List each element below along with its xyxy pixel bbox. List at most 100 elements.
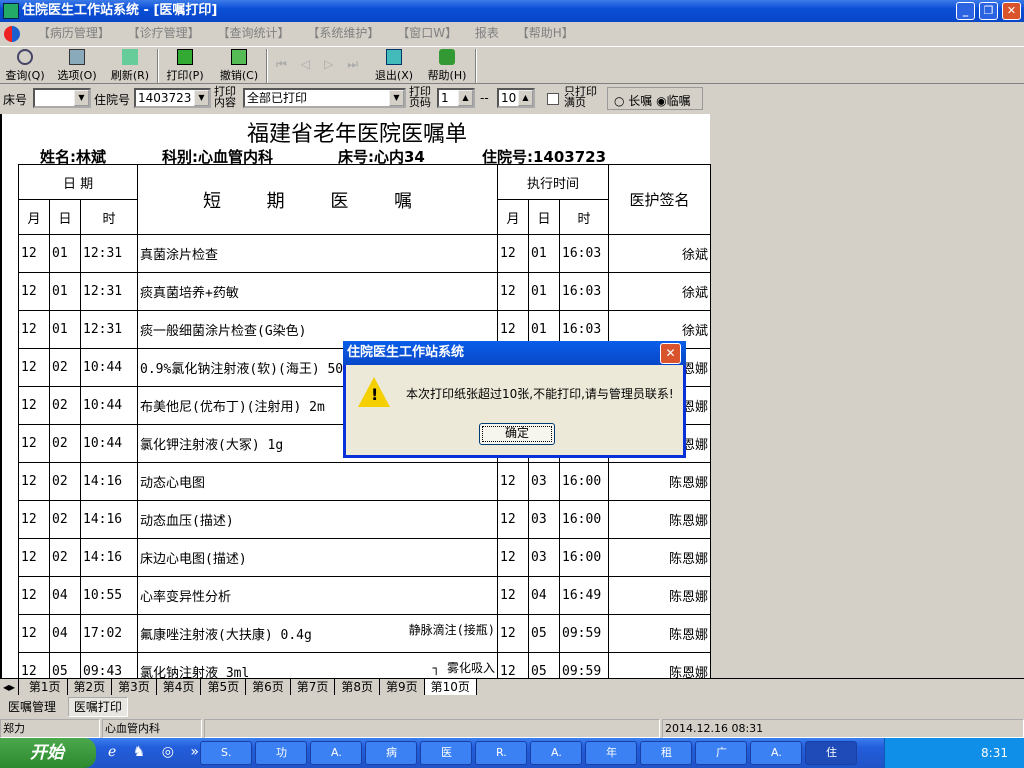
filter-bar: 床号 ▼ 住院号 1403723 ▼ 打印内容 全部已打印 ▼ 打印页码 1 ▲ --… — [0, 86, 1024, 112]
toolbar-separator — [266, 49, 268, 83]
toolbar: 查询(Q) 选项(O) 刷新(R) 打印(P) 撤销(C) ⏮◁▷⏭ 退出(X)… — [0, 46, 1024, 84]
taskbar-item[interactable]: S. — [200, 741, 252, 765]
month-cell: 12 — [18, 424, 50, 463]
day-cell: 01 — [49, 234, 81, 273]
taskbar-item[interactable]: A. — [530, 741, 582, 765]
taskbar-item[interactable]: A. — [310, 741, 362, 765]
taskbar-item[interactable]: 住 — [805, 741, 857, 765]
header-orders: 短 期 医 嘱 — [137, 164, 499, 235]
page-tab-4[interactable]: 第4页 — [157, 679, 202, 695]
day-cell: 02 — [49, 348, 81, 387]
taskbar-item[interactable]: 年 — [585, 741, 637, 765]
page-tab-5[interactable]: 第5页 — [201, 679, 247, 695]
signature-cell: 陈恩娜 — [608, 614, 712, 653]
page-from-spinner[interactable]: 1 ▲ — [437, 88, 475, 108]
logo-icon — [4, 25, 20, 42]
options-button[interactable]: 选项(O) — [52, 49, 102, 83]
signature-cell: 徐斌 — [608, 234, 712, 273]
header-exec-time: 时 — [559, 199, 610, 235]
page-tab-6[interactable]: 第6页 — [246, 679, 291, 695]
warning-icon: ! — [358, 377, 390, 407]
spinner-icon[interactable]: ▲ — [458, 90, 473, 106]
menu-report[interactable]: 报表 — [475, 26, 499, 40]
page-tab-3[interactable]: 第3页 — [112, 679, 157, 695]
order-content: 真菌涂片检查 — [137, 234, 499, 273]
fullpage-checkbox[interactable] — [547, 93, 559, 105]
menu-record[interactable]: 【病历管理】 — [38, 26, 110, 40]
refresh-button[interactable]: 刷新(R) — [105, 49, 155, 83]
order-text: 床边心电图(描述) — [140, 552, 247, 567]
page-tabs: ◂▸ 第1页 第2页 第3页 第4页 第5页 第6页 第7页 第8页 第9页 第10页 — [0, 678, 1024, 696]
menu-query-stats[interactable]: 【查询统计】 — [218, 26, 290, 40]
page-to-spinner[interactable]: 10 ▲ — [497, 88, 535, 108]
month-cell: 12 — [18, 310, 50, 349]
close-button[interactable]: ✕ — [1002, 2, 1021, 20]
tab-scroll-arrows[interactable]: ◂▸ — [0, 679, 20, 695]
time-cell: 10:44 — [79, 386, 139, 425]
module-tabs: 医嘱管理 医嘱打印 — [0, 697, 1024, 717]
order-text: 0.9%氯化钠注射液(软)(海王) 50m — [140, 362, 351, 377]
minimize-button[interactable]: _ — [956, 2, 975, 20]
page-tab-8[interactable]: 第8页 — [335, 679, 380, 695]
time-cell: 12:31 — [79, 234, 139, 273]
menu-window[interactable]: 【窗口W】 — [397, 26, 457, 40]
tab-order-management[interactable]: 医嘱管理 — [3, 698, 61, 716]
restore-button[interactable]: ❐ — [979, 2, 998, 20]
exec-day-cell: 01 — [528, 234, 561, 273]
exit-button[interactable]: 退出(X) — [369, 49, 419, 83]
taskbar-item[interactable]: 租 — [640, 741, 692, 765]
order-text: 布美他尼(优布丁)(注射用) 2m — [140, 400, 325, 415]
query-button[interactable]: 查询(Q) — [0, 49, 50, 83]
start-button[interactable]: 开始 — [0, 738, 96, 768]
exec-time-cell: 16:00 — [559, 462, 610, 501]
bed-select[interactable]: ▼ — [33, 88, 91, 108]
print-button[interactable]: 打印(P) — [160, 49, 210, 83]
chevron-down-icon[interactable]: ▼ — [389, 90, 404, 106]
day-cell: 04 — [49, 576, 81, 615]
ok-button[interactable]: 确定 — [479, 423, 555, 445]
quick-launch-icons[interactable]: ℯ ♞ ◎ » — [108, 744, 205, 760]
taskbar-item[interactable]: A. — [750, 741, 802, 765]
page-tab-7[interactable]: 第7页 — [291, 679, 336, 695]
tab-order-print[interactable]: 医嘱打印 — [67, 697, 128, 717]
chevron-down-icon[interactable]: ▼ — [194, 90, 209, 106]
page-tab-1[interactable]: 第1页 — [23, 679, 68, 695]
month-cell: 12 — [18, 614, 50, 653]
order-text: 心率变异性分析 — [140, 590, 232, 605]
print-content-select[interactable]: 全部已打印 ▼ — [243, 88, 406, 108]
order-type-group: ○ 长嘱 ◉临嘱 — [607, 87, 703, 110]
undo-button[interactable]: 撤销(C) — [214, 49, 264, 83]
page-tab-10[interactable]: 第10页 — [424, 679, 477, 695]
taskbar-item[interactable]: 病 — [365, 741, 417, 765]
status-empty — [204, 719, 660, 738]
menu-treatment[interactable]: 【诊疗管理】 — [128, 26, 200, 40]
day-cell: 02 — [49, 424, 81, 463]
page-tab-2[interactable]: 第2页 — [68, 679, 113, 695]
day-cell: 02 — [49, 538, 81, 577]
chevron-down-icon[interactable]: ▼ — [74, 90, 89, 106]
table-row: 12 01 12:31 真菌涂片检查 12 01 16:03 徐斌 — [18, 234, 712, 273]
help-button[interactable]: 帮助(H) — [422, 49, 472, 83]
dialog-close-button[interactable]: ✕ — [660, 343, 681, 364]
exec-month-cell: 12 — [497, 272, 530, 311]
table-row: 12 02 14:16 床边心电图(描述) 12 03 16:00 陈恩娜 — [18, 538, 712, 577]
taskbar-item[interactable]: R. — [475, 741, 527, 765]
spinner-icon[interactable]: ▲ — [518, 90, 533, 106]
exec-time-cell: 09:59 — [559, 614, 610, 653]
inpatient-select[interactable]: 1403723 ▼ — [134, 88, 211, 108]
menu-system[interactable]: 【系统维护】 — [307, 26, 379, 40]
system-tray: 8:31 — [884, 738, 1024, 768]
taskbar-item[interactable]: 功 — [255, 741, 307, 765]
time-cell: 12:31 — [79, 310, 139, 349]
radio-long[interactable]: ○ 长嘱 — [614, 94, 652, 108]
taskbar-item[interactable]: 医 — [420, 741, 472, 765]
taskbar-item[interactable]: 广 — [695, 741, 747, 765]
signature-cell: 徐斌 — [608, 272, 712, 311]
radio-temp[interactable]: ◉临嘱 — [656, 94, 691, 108]
title-bar: 住院医生工作站系统 - [医嘱打印] _ ❐ ✕ — [0, 0, 1024, 22]
exec-month-cell: 12 — [497, 652, 530, 678]
page-nav-icons: ⏮◁▷⏭ — [276, 57, 373, 71]
page-tab-9[interactable]: 第9页 — [380, 679, 425, 695]
menu-help[interactable]: 【帮助H】 — [517, 26, 574, 40]
exec-day-cell: 03 — [528, 500, 561, 539]
